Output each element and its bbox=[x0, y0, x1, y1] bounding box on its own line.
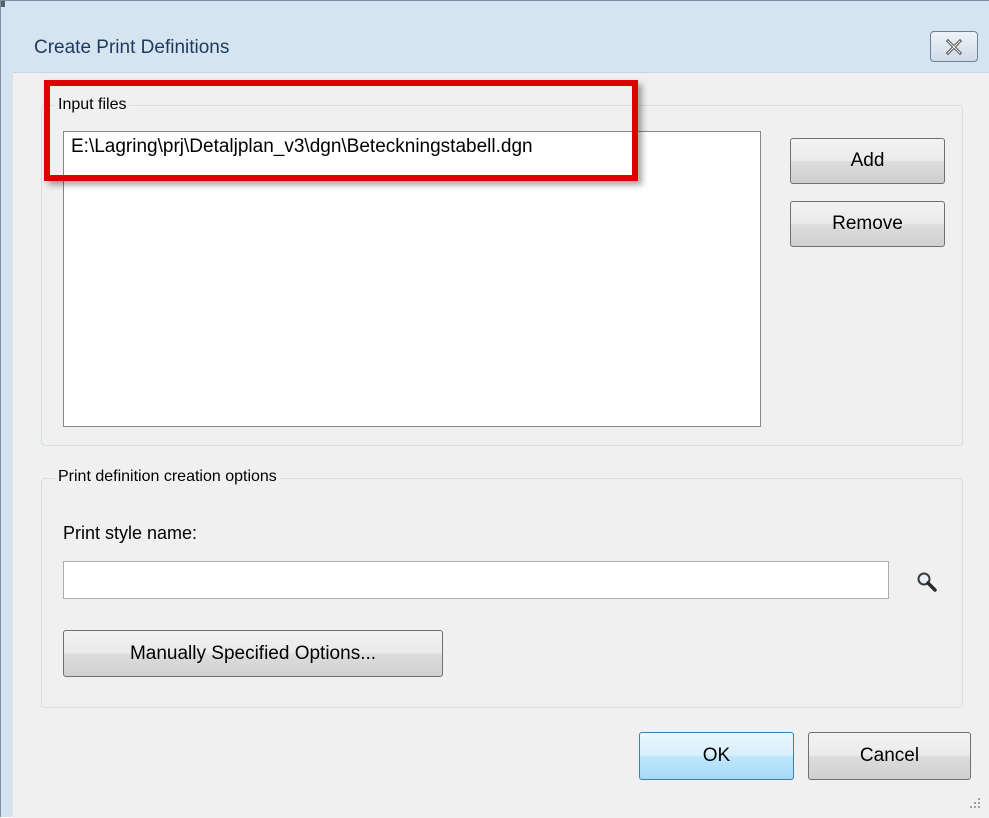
resize-grip-icon[interactable] bbox=[963, 791, 983, 811]
create-print-definitions-dialog: Create Print Definitions Input files E:\… bbox=[0, 0, 989, 818]
search-icon[interactable] bbox=[915, 570, 939, 594]
print-style-name-label: Print style name: bbox=[63, 523, 198, 543]
title-bar[interactable] bbox=[1, 1, 989, 35]
cancel-button[interactable]: Cancel bbox=[808, 732, 971, 780]
add-button[interactable]: Add bbox=[790, 138, 945, 184]
print-definition-options-label: Print definition creation options bbox=[55, 468, 280, 486]
remove-button[interactable]: Remove bbox=[790, 201, 945, 247]
close-button[interactable] bbox=[930, 31, 978, 62]
dialog-title: Create Print Definitions bbox=[34, 37, 230, 58]
red-highlight-annotation bbox=[44, 80, 638, 181]
ok-button[interactable]: OK bbox=[639, 732, 794, 780]
close-icon bbox=[945, 38, 963, 55]
manually-specified-options-button[interactable]: Manually Specified Options... bbox=[63, 630, 443, 677]
print-style-name-input[interactable] bbox=[63, 561, 889, 599]
